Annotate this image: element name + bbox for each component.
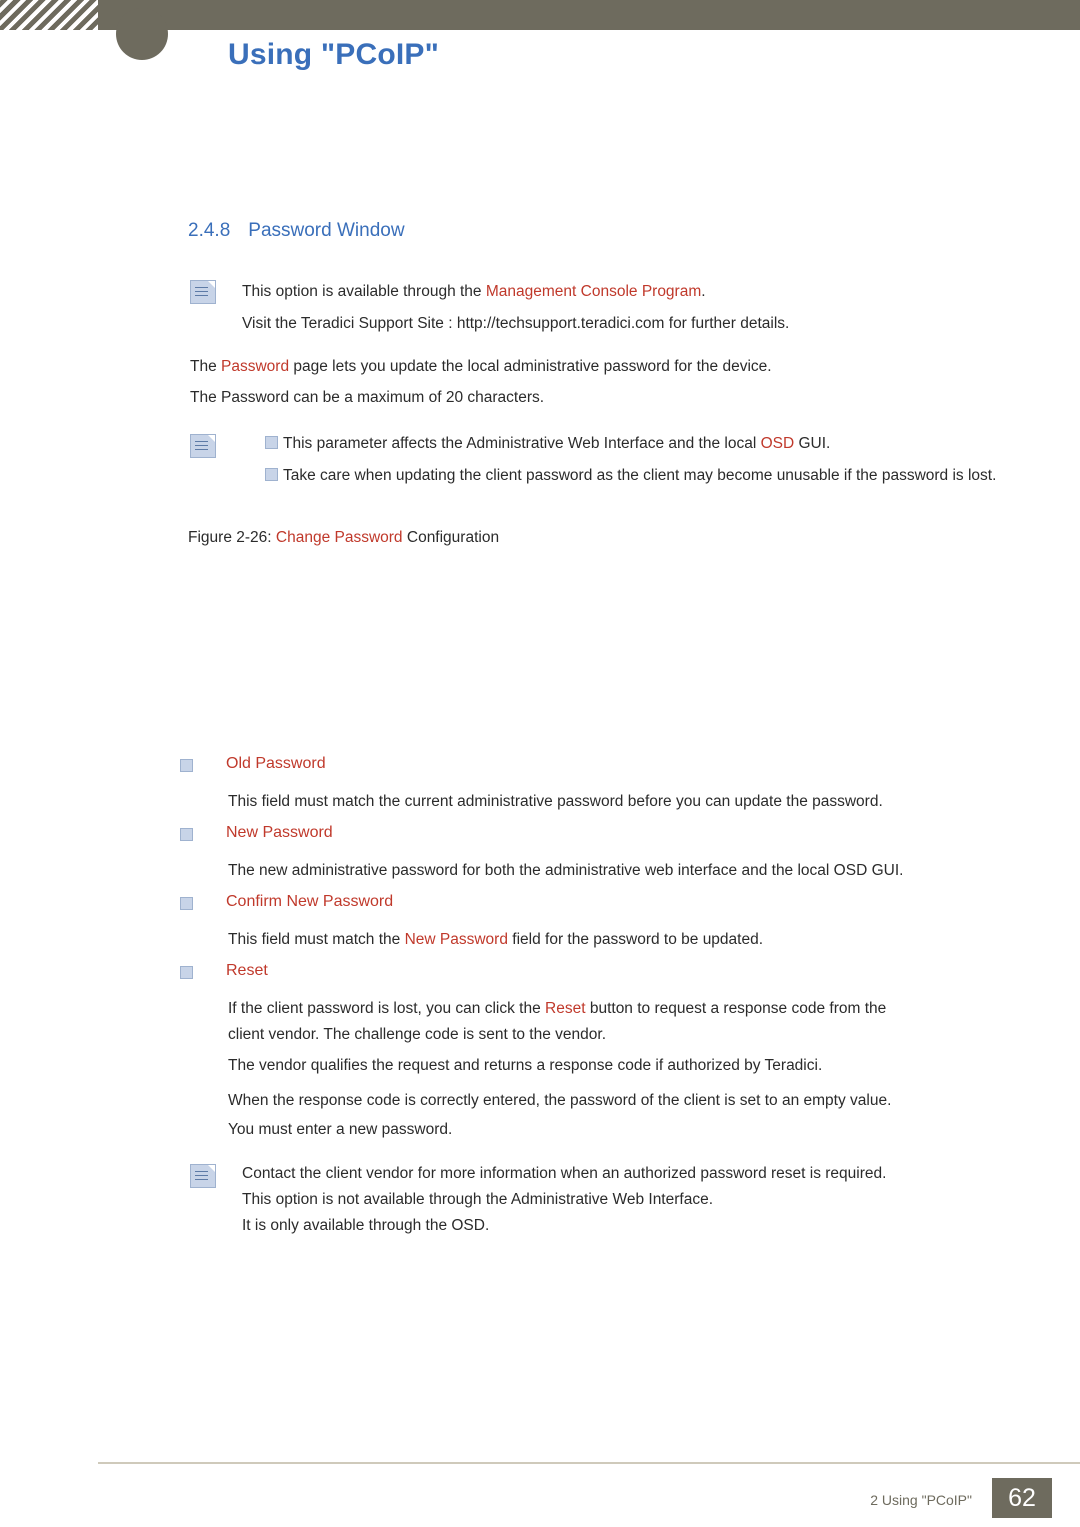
field-body-reset-line1: If the client password is lost, you can …: [228, 996, 886, 1021]
field-title-reset: Reset: [226, 962, 268, 979]
page-title: Using "PCoIP": [228, 38, 440, 71]
reset-line3-pre: The vendor qualifies the request and ret…: [228, 1057, 765, 1074]
note2-item2: Take care when updating the client passw…: [283, 467, 997, 484]
footer-divider: [98, 1462, 1080, 1464]
reset-line3-post: .: [817, 1057, 823, 1074]
figure-caption-link: Change Password: [275, 529, 403, 546]
intro-line1-post: page lets you update the local administr…: [289, 358, 772, 375]
note1-line1: This option is available through the Man…: [242, 279, 706, 304]
note-icon: [190, 1164, 216, 1188]
intro-line1-pre: The: [190, 358, 222, 375]
footer-text: 2 Using "PCoIP": [870, 1492, 972, 1508]
section-heading: 2.4.8 Password Window: [188, 220, 405, 242]
note3-line1: Contact the client vendor for more infor…: [242, 1165, 887, 1182]
note2-bullet-1: [265, 436, 278, 449]
note2-item1-link: OSD: [760, 435, 795, 452]
note1-line2: Visit the Teradici Support Site : http:/…: [242, 315, 790, 332]
section-number: 2.4.8: [188, 220, 231, 241]
field-bullet-old-password: [180, 759, 193, 772]
note1-line1-post: .: [701, 283, 706, 300]
figure-caption: Figure 2-26: Change Password Configurati…: [188, 529, 499, 547]
header-stripes-decoration: [0, 0, 98, 30]
note2-item1-post: GUI.: [794, 435, 831, 452]
page-number: 62: [992, 1478, 1052, 1518]
field-title-old-password: Old Password: [226, 755, 326, 772]
note3-line2: This option is not available through the…: [242, 1191, 714, 1208]
header-circle-decoration: [116, 8, 168, 60]
field-title-new-password: New Password: [226, 824, 333, 841]
note2-item1-pre: This parameter affects the Administrativ…: [283, 435, 761, 452]
note1-line1-link: Management Console Program: [485, 283, 702, 300]
field-body-confirm-new-password: This field must match the New Password f…: [228, 927, 763, 952]
figure-caption-suffix: Configuration: [406, 529, 500, 546]
note-icon: [190, 434, 216, 458]
note2-item1: This parameter affects the Administrativ…: [283, 431, 830, 456]
confirm-body-post: field for the password to be updated.: [507, 931, 764, 948]
reset-body-post: button to request a response code from t…: [585, 1000, 887, 1017]
field-body-new-password: The new administrative password for both…: [228, 862, 904, 879]
field-body-reset-line2: client vendor. The challenge code is sen…: [228, 1026, 606, 1043]
note-icon: [190, 280, 216, 304]
intro-line1: The Password page lets you update the lo…: [190, 354, 772, 379]
note3-line3: It is only available through the OSD.: [242, 1217, 490, 1234]
reset-body-pre: If the client password is lost, you can …: [228, 1000, 546, 1017]
field-body-reset-line4: When the response code is correctly ente…: [228, 1092, 892, 1109]
intro-line1-link: Password: [221, 358, 290, 375]
field-body-reset-line5: You must enter a new password.: [228, 1121, 453, 1138]
figure-image-placeholder: [188, 560, 988, 735]
figure-caption-label: Figure 2-26:: [188, 529, 272, 546]
field-bullet-new-password: [180, 828, 193, 841]
field-body-reset-line3: The vendor qualifies the request and ret…: [228, 1053, 822, 1078]
note1-line1-pre: This option is available through the: [242, 283, 486, 300]
field-bullet-confirm-new-password: [180, 897, 193, 910]
note2-bullet-2: [265, 468, 278, 481]
confirm-body-link: New Password: [404, 931, 508, 948]
field-bullet-reset: [180, 966, 193, 979]
reset-body-link: Reset: [545, 1000, 586, 1017]
intro-line2: The Password can be a maximum of 20 char…: [190, 389, 545, 406]
confirm-body-pre: This field must match the: [228, 931, 405, 948]
reset-line3-link: Teradici: [764, 1057, 818, 1074]
field-title-confirm-new-password: Confirm New Password: [226, 893, 394, 910]
section-title: Password Window: [248, 220, 405, 241]
field-body-old-password: This field must match the current admini…: [228, 793, 883, 810]
